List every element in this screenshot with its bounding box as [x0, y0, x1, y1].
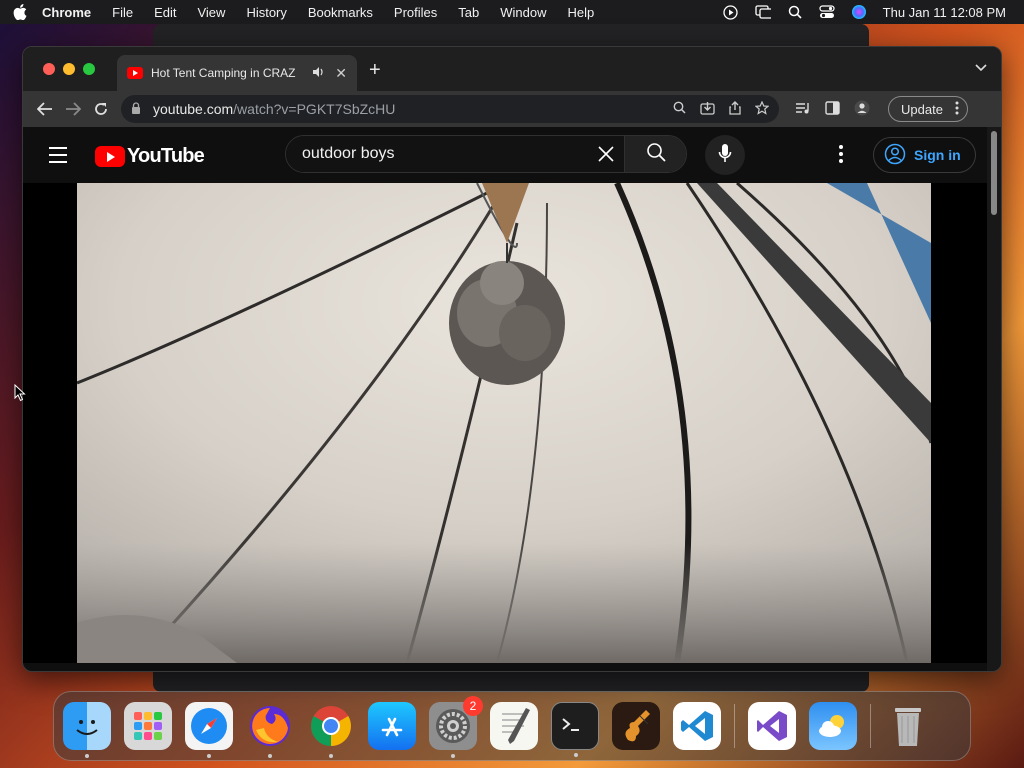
tab-active[interactable]: Hot Tent Camping in CRAZ ✕: [117, 55, 357, 91]
vscode-icon[interactable]: [673, 702, 721, 750]
voice-search-button[interactable]: [705, 135, 745, 175]
clear-search-icon[interactable]: [588, 136, 624, 172]
microphone-icon: [718, 143, 732, 168]
back-button[interactable]: [31, 95, 59, 123]
close-tab-icon[interactable]: ✕: [335, 65, 347, 82]
menu-bookmarks[interactable]: Bookmarks: [308, 5, 373, 20]
youtube-logo-text: YouTube: [127, 145, 205, 167]
zoom-window-button[interactable]: [83, 63, 95, 75]
reload-button[interactable]: [87, 95, 115, 123]
share-icon[interactable]: [729, 100, 741, 118]
apple-icon[interactable]: [12, 4, 28, 20]
safari-icon[interactable]: [185, 702, 233, 758]
running-indicator: [451, 754, 455, 758]
menu-view[interactable]: View: [197, 5, 225, 20]
textedit-icon[interactable]: [490, 702, 538, 750]
garageband-icon[interactable]: [612, 702, 660, 750]
finder-icon[interactable]: [63, 702, 111, 758]
lock-icon[interactable]: [131, 101, 145, 117]
control-center-icon[interactable]: [819, 4, 835, 20]
account-circle-icon: [884, 143, 906, 168]
search-icon: [646, 142, 666, 167]
profile-avatar-icon[interactable]: [854, 100, 870, 119]
search-button[interactable]: [624, 136, 686, 172]
youtube-masthead: YouTube outdoor boys Sign in: [23, 127, 989, 183]
sign-in-label: Sign in: [914, 147, 961, 163]
app-store-icon[interactable]: [368, 702, 416, 750]
bookmark-star-icon[interactable]: [754, 100, 770, 118]
menu-tab[interactable]: Tab: [458, 5, 479, 20]
launchpad-icon[interactable]: [124, 702, 172, 750]
notification-badge: 2: [463, 696, 483, 716]
firefox-icon[interactable]: [246, 702, 294, 758]
update-button[interactable]: Update: [888, 96, 968, 122]
dock-separator: [734, 704, 735, 748]
macos-menubar: Chrome File Edit View History Bookmarks …: [0, 0, 1024, 24]
siri-icon[interactable]: [851, 4, 867, 20]
forward-button[interactable]: [59, 95, 87, 123]
weather-icon[interactable]: [809, 702, 857, 750]
window-controls: [43, 63, 95, 75]
running-indicator: [268, 754, 272, 758]
spotlight-search-icon[interactable]: [787, 4, 803, 20]
running-indicator: [85, 754, 89, 758]
menu-profiles[interactable]: Profiles: [394, 5, 437, 20]
new-tab-button[interactable]: +: [369, 59, 381, 82]
menubar-clock[interactable]: Thu Jan 11 12:08 PM: [883, 5, 1006, 20]
scrollbar-thumb[interactable]: [991, 131, 997, 215]
media-control-icon[interactable]: [795, 101, 811, 118]
running-indicator: [574, 753, 578, 757]
search-input[interactable]: outdoor boys: [286, 136, 588, 172]
minimize-window-button[interactable]: [63, 63, 75, 75]
chrome-menu-icon: [955, 101, 959, 118]
menu-window[interactable]: Window: [500, 5, 546, 20]
visual-studio-icon[interactable]: [748, 702, 796, 750]
browser-toolbar: youtube.com/watch?v=PGKT7SbZcHU Update: [23, 91, 1001, 127]
running-indicator: [207, 754, 211, 758]
dock-separator: [870, 704, 871, 748]
menu-app-name[interactable]: Chrome: [42, 5, 91, 20]
audio-playing-icon[interactable]: [313, 66, 325, 80]
mouse-pointer-icon: [14, 383, 26, 407]
tab-title: Hot Tent Camping in CRAZ: [151, 66, 296, 80]
more-options-icon[interactable]: [839, 145, 843, 167]
youtube-favicon-icon: [127, 67, 143, 79]
video-frame[interactable]: [77, 183, 931, 663]
chrome-window: Hot Tent Camping in CRAZ ✕ + youtube.com…: [22, 46, 1002, 672]
hamburger-menu-icon[interactable]: [49, 147, 67, 168]
address-bar[interactable]: youtube.com/watch?v=PGKT7SbZcHU: [121, 95, 779, 123]
terminal-icon[interactable]: [551, 702, 599, 757]
sign-in-button[interactable]: Sign in: [873, 137, 976, 173]
menu-help[interactable]: Help: [568, 5, 595, 20]
close-window-button[interactable]: [43, 63, 55, 75]
chrome-icon[interactable]: [307, 702, 355, 758]
system-settings-icon[interactable]: 2: [429, 696, 483, 758]
menu-file[interactable]: File: [112, 5, 133, 20]
menu-history[interactable]: History: [246, 5, 286, 20]
trash-icon[interactable]: [884, 702, 932, 750]
page-scrollbar[interactable]: [987, 127, 1001, 671]
tab-strip: Hot Tent Camping in CRAZ ✕ +: [23, 47, 1001, 91]
youtube-play-icon: [95, 146, 125, 167]
menu-edit[interactable]: Edit: [154, 5, 176, 20]
media-play-icon[interactable]: [723, 4, 739, 20]
url-host: youtube.com: [153, 101, 234, 117]
macos-dock: 2: [53, 691, 971, 761]
search-box: outdoor boys: [285, 135, 687, 173]
video-player[interactable]: [23, 183, 989, 663]
url-path: /watch?v=PGKT7SbZcHU: [233, 101, 396, 117]
install-app-icon[interactable]: [700, 101, 715, 118]
update-label: Update: [901, 101, 943, 117]
screen-mirroring-icon[interactable]: [755, 4, 771, 20]
youtube-logo[interactable]: YouTube: [95, 145, 205, 168]
zoom-search-icon[interactable]: [673, 101, 686, 118]
tab-search-chevron-icon[interactable]: [975, 61, 987, 75]
side-panel-icon[interactable]: [825, 100, 840, 118]
running-indicator: [329, 754, 333, 758]
